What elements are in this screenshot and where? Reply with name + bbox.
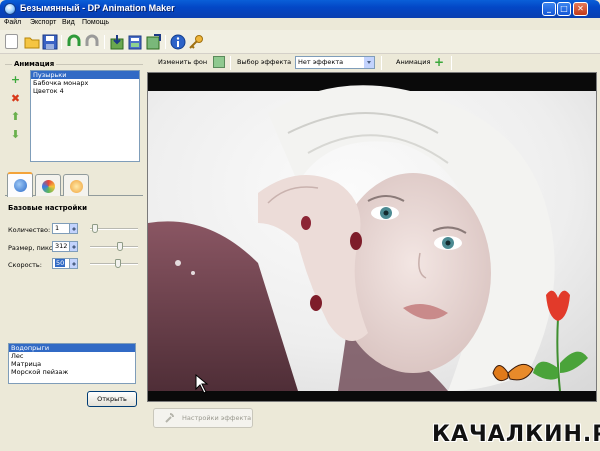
change-background-icon[interactable] [213,56,225,68]
count-label: Количество: [8,226,51,234]
spin-arrows-icon[interactable] [69,242,77,251]
open-folder-icon[interactable] [24,34,40,50]
open-button[interactable]: Открыть [87,391,137,407]
add-animation-icon[interactable]: + [434,56,444,68]
animation-item[interactable]: Бабочка монарх [31,79,139,87]
watermark: КАЧАЛКИН.РУ [432,422,600,447]
wrench-icon [165,413,174,423]
clock-icon [70,180,83,193]
preview-canvas[interactable] [147,72,597,402]
effect-toolbar: Изменить фон Выбор эффекта Нет эффекта А… [147,54,600,72]
toolbar-separator [451,56,452,70]
change-background-label[interactable]: Изменить фон [158,58,207,66]
animation-label: Анимация [396,58,431,66]
effect-select[interactable]: Нет эффекта [295,56,375,69]
window-title: Безымянный - DP Animation Maker [20,3,175,13]
tab-timing[interactable] [63,174,89,196]
export-icon[interactable] [127,34,143,50]
key-icon[interactable] [188,34,204,50]
animation-list[interactable]: Пузырьки Бабочка монарх Цветок 4 [30,70,140,162]
speed-label: Скорость: [8,261,42,269]
save-icon[interactable] [42,34,58,50]
toolbar-separator [104,35,105,49]
menu-file[interactable]: Файл [4,19,21,26]
add-animation-icon[interactable]: + [10,74,21,85]
maximize-button[interactable]: □ [557,2,571,16]
toolbar-separator [230,56,231,70]
animation-item[interactable]: Цветок 4 [31,87,139,95]
undo-icon[interactable] [66,34,82,50]
speed-value: 50 [55,259,66,267]
info-icon[interactable] [170,34,186,50]
minimize-button[interactable]: _ [542,2,556,16]
effect-item[interactable]: Лес [9,352,135,360]
spin-arrows-icon[interactable] [69,259,77,268]
count-stepper[interactable]: 1 [52,223,78,234]
redo-icon[interactable] [84,34,100,50]
effect-item[interactable]: Морской пейзаж [9,368,135,376]
effect-select-value: Нет эффекта [298,58,344,66]
main-toolbar [0,30,600,54]
choose-effect-label: Выбор эффекта [237,58,292,66]
settings-title: Базовые настройки [8,204,88,212]
size-stepper[interactable]: 312 [52,241,78,252]
tab-color[interactable] [35,174,61,196]
preview-image [148,73,596,401]
size-slider[interactable] [90,242,138,251]
new-icon[interactable] [5,34,18,49]
effect-item[interactable]: Водопрыги [9,344,135,352]
slider-knob[interactable] [92,224,98,233]
toolbar-separator [61,35,62,49]
menu-export[interactable]: Экспорт [30,19,56,26]
menu-bar: Файл Экспорт Вид Помощь [0,18,600,30]
toolbar-separator [165,35,166,49]
delete-animation-icon[interactable]: ✖ [10,93,21,104]
import-icon[interactable] [109,34,125,50]
count-value: 1 [55,224,60,232]
size-value: 312 [55,242,68,250]
speed-stepper[interactable]: 50 [52,258,78,269]
tab-settings[interactable] [7,172,33,197]
effect-settings-label: Настройки эффекта [182,414,252,422]
effect-item[interactable]: Матрица [9,360,135,368]
effect-list[interactable]: Водопрыги Лес Матрица Морской пейзаж [8,343,136,384]
move-down-icon[interactable]: ⬇ [10,129,21,140]
menu-help[interactable]: Помощь [82,19,109,26]
effect-settings-button[interactable]: Настройки эффекта [153,408,253,428]
slider-knob[interactable] [117,242,123,251]
panel-tabs [5,172,143,197]
animation-group-title: Анимация [12,60,57,68]
close-button[interactable]: ✕ [573,2,588,16]
move-up-icon[interactable]: ⬆ [10,111,21,122]
app-icon [4,3,16,15]
title-bar: Безымянный - DP Animation Maker _ □ ✕ [0,0,600,18]
toolbar-separator [381,56,382,70]
spin-arrows-icon[interactable] [69,224,77,233]
animation-item[interactable]: Пузырьки [31,71,139,79]
slider-knob[interactable] [115,259,121,268]
export-image-icon[interactable] [145,34,161,50]
left-panel: Анимация + ✖ ⬆ ⬇ Пузырьки Бабочка монарх… [0,54,146,451]
chevron-down-icon[interactable] [364,57,374,68]
speed-slider[interactable] [90,259,138,268]
palette-icon [42,180,55,193]
size-label: Размер, пикс: [8,244,55,252]
menu-view[interactable]: Вид [62,19,75,26]
gears-icon [14,179,27,192]
count-slider[interactable] [90,224,138,233]
